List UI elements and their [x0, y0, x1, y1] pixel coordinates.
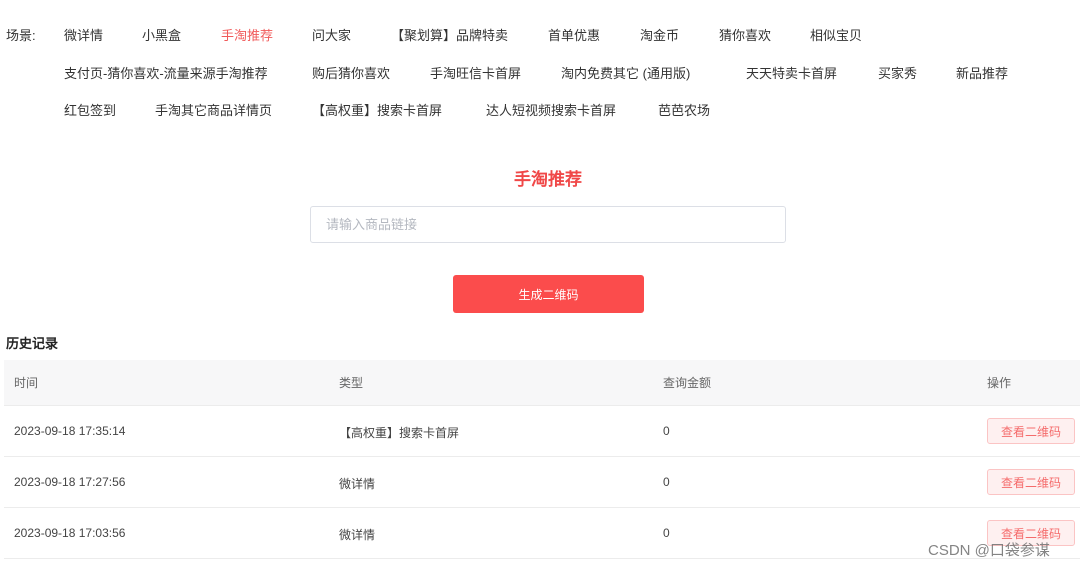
scene-item-shou-tao-tui-jian[interactable]: 手淘推荐 — [221, 25, 273, 44]
scene-item-wen-da-jia[interactable]: 问大家 — [312, 25, 351, 44]
table-row: 2023-09-18 17:03:56 微详情 0 查看二维码 — [4, 508, 1080, 559]
scene-item-ju-hua-suan[interactable]: 【聚划算】品牌特卖 — [391, 25, 508, 44]
cell-amount: 0 — [663, 424, 670, 438]
cell-time: 2023-09-18 17:27:56 — [14, 475, 126, 489]
scene-item-gou-hou-cai-ni-xi-huan[interactable]: 购后猜你喜欢 — [312, 63, 390, 82]
scene-item-xiao-hei-he[interactable]: 小黑盒 — [142, 25, 181, 44]
cell-type: 【高权重】搜索卡首屏 — [339, 426, 460, 440]
scene-item-xiang-si-bao-bei[interactable]: 相似宝贝 — [810, 25, 862, 44]
history-table: 时间 类型 查询金额 操作 2023-09-18 17:35:14 【高权重】搜… — [4, 360, 1080, 559]
cell-time: 2023-09-18 17:35:14 — [14, 424, 126, 438]
cell-amount: 0 — [663, 475, 670, 489]
page-title: 手淘推荐 — [514, 170, 582, 189]
cell-type: 微详情 — [339, 528, 376, 542]
scene-item-gao-quan-zhong[interactable]: 【高权重】搜索卡首屏 — [312, 100, 442, 119]
product-link-input[interactable] — [310, 206, 786, 243]
scene-item-wang-xin-ka[interactable]: 手淘旺信卡首屏 — [430, 63, 521, 82]
scene-item-hong-bao-qian-dao[interactable]: 红包签到 — [64, 100, 116, 119]
cell-amount: 0 — [663, 526, 670, 540]
cell-type: 微详情 — [339, 477, 376, 491]
column-header-time: 时间 — [14, 376, 39, 390]
scene-item-cai-ni-xi-huan[interactable]: 猜你喜欢 — [719, 25, 771, 44]
scene-item-wei-xiang-qing[interactable]: 微详情 — [64, 25, 103, 44]
scene-item-xin-pin-tui-jian[interactable]: 新品推荐 — [956, 63, 1008, 82]
scene-item-qi-ta-xiang-qing-ye[interactable]: 手淘其它商品详情页 — [155, 100, 272, 119]
table-header: 时间 类型 查询金额 操作 — [4, 360, 1080, 406]
scene-item-ba-ba-nong-chang[interactable]: 芭芭农场 — [658, 100, 710, 119]
scene-item-da-ren-duan-shi-pin[interactable]: 达人短视频搜索卡首屏 — [486, 100, 616, 119]
column-header-type: 类型 — [339, 376, 364, 390]
scene-item-tao-jin-bi[interactable]: 淘金币 — [640, 25, 679, 44]
view-qr-button[interactable]: 查看二维码 — [987, 418, 1075, 444]
scene-item-tian-tian-te-mai[interactable]: 天天特卖卡首屏 — [746, 63, 837, 82]
scene-label: 场景: — [6, 28, 36, 43]
history-title: 历史记录 — [6, 336, 59, 351]
column-header-amount: 查询金额 — [663, 376, 712, 390]
scene-item-tao-nei-mian-fei[interactable]: 淘内免费其它 (通用版) — [561, 63, 690, 82]
scene-item-shou-dan-you-hui[interactable]: 首单优惠 — [548, 25, 600, 44]
scene-item-mai-jia-xiu[interactable]: 买家秀 — [878, 63, 917, 82]
watermark: CSDN @口袋参谋 — [928, 542, 1050, 559]
cell-time: 2023-09-18 17:03:56 — [14, 526, 126, 540]
view-qr-button[interactable]: 查看二维码 — [987, 469, 1075, 495]
generate-qr-button[interactable]: 生成二维码 — [453, 275, 644, 313]
scene-item-zhi-fu-ye[interactable]: 支付页-猜你喜欢-流量来源手淘推荐 — [64, 63, 268, 82]
table-row: 2023-09-18 17:35:14 【高权重】搜索卡首屏 0 查看二维码 — [4, 406, 1080, 457]
table-row: 2023-09-18 17:27:56 微详情 0 查看二维码 — [4, 457, 1080, 508]
column-header-action: 操作 — [987, 376, 1012, 390]
